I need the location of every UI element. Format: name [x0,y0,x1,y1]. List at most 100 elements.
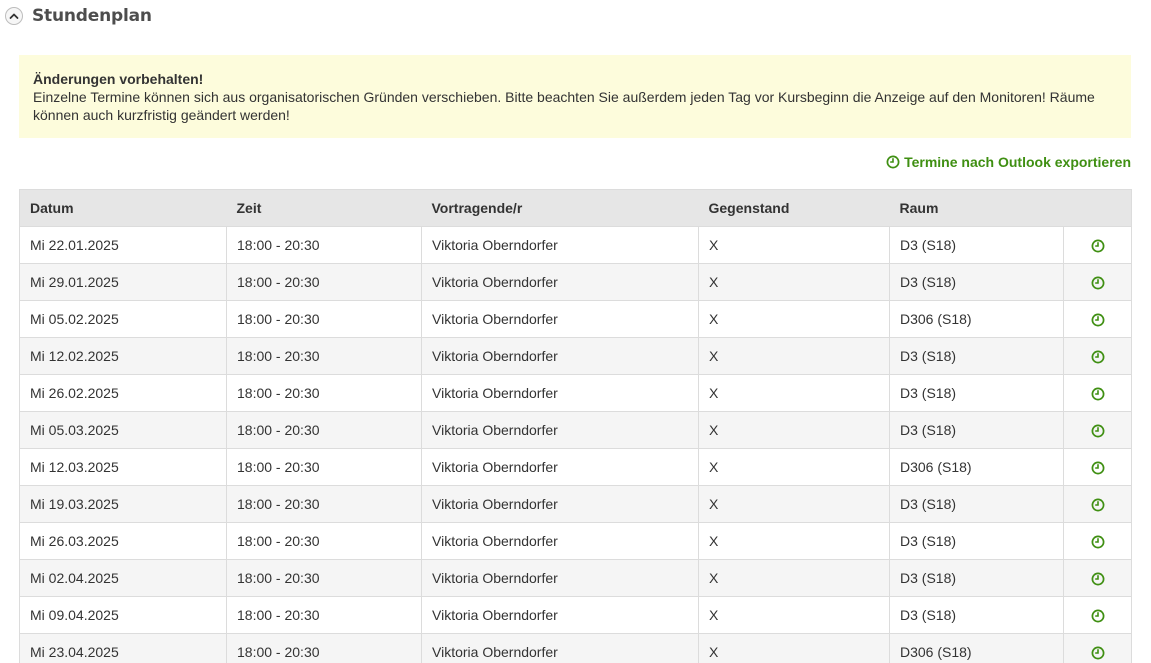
cell-raum: D306 (S18) [889,300,1064,338]
table-row: Mi 19.03.2025 18:00 - 20:30 Viktoria Obern… [19,485,1132,523]
section-title: Stundenplan [32,6,152,26]
cell-gegenstand: X [698,411,890,449]
cell-export [1063,448,1132,486]
header-zeit: Zeit [226,189,422,227]
cell-vortragende: Viktoria Oberndorfer [421,337,699,375]
header-vortragende: Vortragende/r [421,189,699,227]
schedule-page: Stundenplan Änderungen vorbehalten! Einz… [0,0,1151,663]
cell-zeit: 18:00 - 20:30 [226,300,422,338]
clock-icon[interactable] [1091,350,1105,364]
cell-raum: D3 (S18) [889,522,1064,560]
table-row: Mi 05.02.2025 18:00 - 20:30 Viktoria Obern… [19,300,1132,338]
cell-export [1063,374,1132,412]
clock-icon[interactable] [1091,498,1105,512]
cell-datum: Mi 22.01.2025 [19,226,227,264]
table-row: Mi 12.02.2025 18:00 - 20:30 Viktoria Obern… [19,337,1132,375]
outlook-export-label: Termine nach Outlook exportieren [904,154,1131,170]
cell-gegenstand: X [698,300,890,338]
notice-box: Änderungen vorbehalten! Einzelne Termine… [19,55,1131,138]
cell-vortragende: Viktoria Oberndorfer [421,485,699,523]
table-row: Mi 02.04.2025 18:00 - 20:30 Viktoria Obern… [19,559,1132,597]
schedule-table-body: Mi 22.01.2025 18:00 - 20:30 Viktoria Obern… [19,226,1132,663]
cell-export [1063,226,1132,264]
clock-icon[interactable] [1091,313,1105,327]
header-export [1063,189,1132,227]
cell-export [1063,411,1132,449]
cell-zeit: 18:00 - 20:30 [226,263,422,301]
notice-text: Einzelne Termine können sich aus organis… [33,89,1095,123]
table-row: Mi 23.04.2025 18:00 - 20:30 Viktoria Obern… [19,633,1132,663]
cell-export [1063,337,1132,375]
header-datum: Datum [19,189,227,227]
cell-export [1063,485,1132,523]
table-row: Mi 22.01.2025 18:00 - 20:30 Viktoria Obern… [19,226,1132,264]
cell-gegenstand: X [698,522,890,560]
clock-icon[interactable] [1091,239,1105,253]
cell-export [1063,522,1132,560]
clock-icon[interactable] [1091,572,1105,586]
cell-zeit: 18:00 - 20:30 [226,337,422,375]
cell-zeit: 18:00 - 20:30 [226,411,422,449]
cell-raum: D3 (S18) [889,559,1064,597]
cell-zeit: 18:00 - 20:30 [226,596,422,634]
cell-vortragende: Viktoria Oberndorfer [421,596,699,634]
cell-datum: Mi 23.04.2025 [19,633,227,663]
clock-icon[interactable] [1091,535,1105,549]
table-header-row: Datum Zeit Vortragende/r Gegenstand Raum [19,189,1132,227]
clock-icon[interactable] [1091,387,1105,401]
cell-gegenstand: X [698,448,890,486]
cell-datum: Mi 05.03.2025 [19,411,227,449]
cell-vortragende: Viktoria Oberndorfer [421,411,699,449]
cell-gegenstand: X [698,374,890,412]
cell-datum: Mi 26.03.2025 [19,522,227,560]
clock-icon[interactable] [1091,609,1105,623]
clock-icon[interactable] [1091,424,1105,438]
clock-icon[interactable] [1091,461,1105,475]
cell-zeit: 18:00 - 20:30 [226,374,422,412]
cell-datum: Mi 12.02.2025 [19,337,227,375]
table-row: Mi 12.03.2025 18:00 - 20:30 Viktoria Obern… [19,448,1132,486]
cell-export [1063,300,1132,338]
clock-icon [886,155,900,169]
cell-datum: Mi 05.02.2025 [19,300,227,338]
cell-zeit: 18:00 - 20:30 [226,485,422,523]
cell-export [1063,633,1132,663]
table-row: Mi 26.03.2025 18:00 - 20:30 Viktoria Obern… [19,522,1132,560]
cell-vortragende: Viktoria Oberndorfer [421,522,699,560]
cell-zeit: 18:00 - 20:30 [226,559,422,597]
notice-title: Änderungen vorbehalten! [33,71,204,87]
outlook-export-link[interactable]: Termine nach Outlook exportieren [886,154,1131,170]
clock-icon[interactable] [1091,276,1105,290]
cell-export [1063,596,1132,634]
section-header[interactable]: Stundenplan [5,6,152,26]
chevron-up-icon[interactable] [5,7,23,25]
cell-gegenstand: X [698,633,890,663]
cell-datum: Mi 12.03.2025 [19,448,227,486]
cell-export [1063,559,1132,597]
cell-raum: D3 (S18) [889,263,1064,301]
cell-vortragende: Viktoria Oberndorfer [421,374,699,412]
cell-raum: D306 (S18) [889,448,1064,486]
cell-raum: D3 (S18) [889,596,1064,634]
table-row: Mi 26.02.2025 18:00 - 20:30 Viktoria Obern… [19,374,1132,412]
schedule-table: Datum Zeit Vortragende/r Gegenstand Raum… [19,189,1132,663]
cell-gegenstand: X [698,559,890,597]
cell-gegenstand: X [698,263,890,301]
cell-vortragende: Viktoria Oberndorfer [421,263,699,301]
header-gegenstand: Gegenstand [698,189,890,227]
cell-raum: D3 (S18) [889,226,1064,264]
cell-vortragende: Viktoria Oberndorfer [421,633,699,663]
cell-vortragende: Viktoria Oberndorfer [421,226,699,264]
cell-export [1063,263,1132,301]
cell-zeit: 18:00 - 20:30 [226,522,422,560]
clock-icon[interactable] [1091,646,1105,660]
cell-raum: D3 (S18) [889,374,1064,412]
cell-vortragende: Viktoria Oberndorfer [421,300,699,338]
table-row: Mi 05.03.2025 18:00 - 20:30 Viktoria Obern… [19,411,1132,449]
cell-datum: Mi 19.03.2025 [19,485,227,523]
cell-datum: Mi 09.04.2025 [19,596,227,634]
cell-raum: D3 (S18) [889,411,1064,449]
cell-zeit: 18:00 - 20:30 [226,226,422,264]
cell-gegenstand: X [698,596,890,634]
cell-gegenstand: X [698,485,890,523]
